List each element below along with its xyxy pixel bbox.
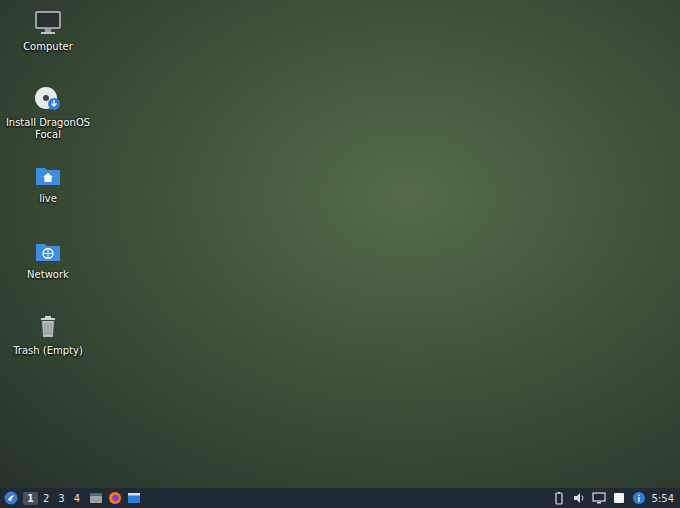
- desktop-icon[interactable]: Install DragonOS Focal: [0, 84, 96, 160]
- start-menu-icon[interactable]: [4, 491, 18, 505]
- desktop-icon-label: Install DragonOS Focal: [2, 117, 94, 141]
- notes-icon[interactable]: [612, 491, 626, 505]
- file-manager-icon[interactable]: [89, 491, 103, 505]
- workspace-button[interactable]: 1: [23, 492, 38, 505]
- desktop-icon[interactable]: Network: [0, 236, 96, 312]
- desktop-icon-label: Computer: [23, 41, 73, 53]
- desktop-icon[interactable]: live: [0, 160, 96, 236]
- desktop-icon-label: Trash (Empty): [13, 345, 83, 357]
- desktop-icon[interactable]: Trash (Empty): [0, 312, 96, 388]
- desktop-icon[interactable]: Computer: [0, 8, 96, 84]
- desktop: Computer Install DragonOS Focal live Networ…: [0, 0, 680, 488]
- desktop-icon-label: live: [39, 193, 57, 205]
- system-tray: 5:54: [552, 491, 676, 505]
- workspace-button[interactable]: 4: [70, 492, 84, 505]
- computer-icon: [33, 8, 63, 38]
- workspace-button[interactable]: 3: [54, 492, 68, 505]
- screen: Computer Install DragonOS Focal live Networ…: [0, 0, 680, 508]
- speaker-icon[interactable]: [572, 491, 586, 505]
- battery-icon[interactable]: [552, 491, 566, 505]
- workspace-button[interactable]: 2: [39, 492, 53, 505]
- desktop-icons: Computer Install DragonOS Focal live Networ…: [0, 0, 96, 488]
- display-icon[interactable]: [592, 491, 606, 505]
- update-icon[interactable]: [632, 491, 646, 505]
- taskbar: 1234 5:54: [0, 488, 680, 508]
- installer-disc-icon: [33, 84, 63, 114]
- firefox-icon[interactable]: [108, 491, 122, 505]
- network-folder-icon: [33, 236, 63, 266]
- workspace-switcher: 1234: [23, 492, 84, 505]
- window-icon[interactable]: [127, 491, 141, 505]
- clock[interactable]: 5:54: [652, 493, 676, 504]
- trash-icon: [33, 312, 63, 342]
- desktop-icon-label: Network: [27, 269, 69, 281]
- home-folder-icon: [33, 160, 63, 190]
